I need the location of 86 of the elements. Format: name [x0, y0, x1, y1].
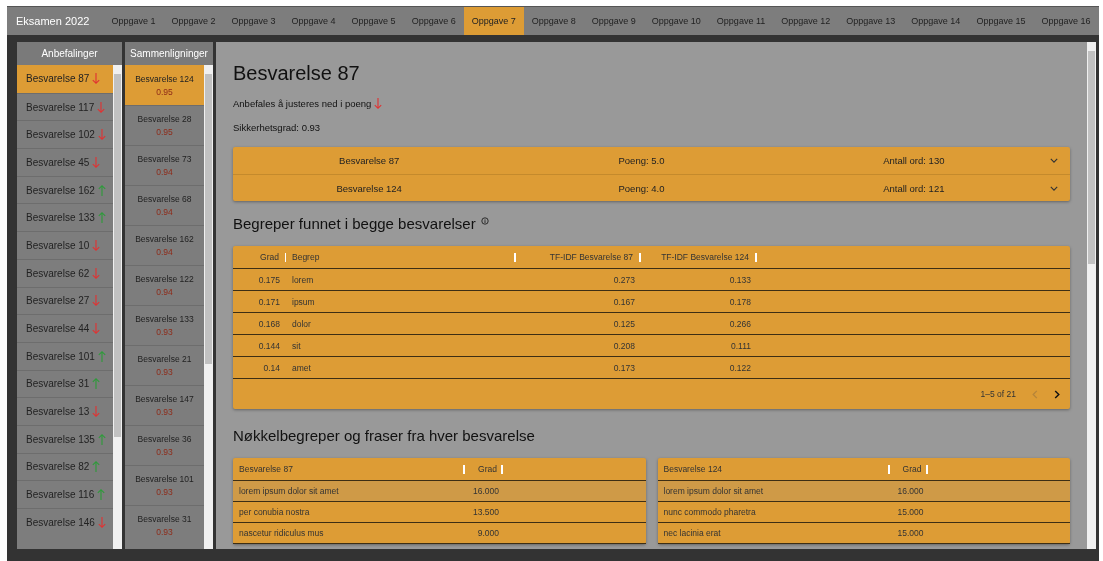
task-tab[interactable]: Oppgave 13 [838, 7, 904, 35]
recommendation-item[interactable]: Besvarelse 87 [17, 65, 113, 93]
answer-accordion[interactable]: Besvarelse 124 Poeng: 4.0 Antall ord: 121 [233, 174, 1070, 201]
table-row[interactable]: lorem ipsum dolor sit amet 16.000 [233, 481, 646, 502]
arrow-down-icon [97, 128, 106, 142]
arrow-up-icon [97, 211, 106, 225]
task-tab[interactable]: Oppgave 4 [283, 7, 344, 35]
task-tab[interactable]: Oppgave 11 [708, 7, 774, 35]
table-cell-text: amet [291, 362, 312, 373]
table-row[interactable]: nascetur ridiculus mus 9.000 [233, 523, 646, 544]
arrow-down-icon [92, 72, 101, 86]
arrow-down-icon [92, 405, 101, 419]
column-header[interactable]: TF-IDF Besvarelse 87 [516, 252, 641, 262]
task-tab[interactable]: Oppgave 8 [523, 7, 584, 35]
arrow-up-icon [97, 488, 106, 502]
table-cell-text: lorem [291, 274, 315, 285]
table-cell-text: dolor [291, 318, 312, 329]
scrollbar[interactable] [1087, 42, 1096, 549]
table-cell-text: 0.171 [257, 296, 281, 307]
arrow-down-icon [92, 294, 101, 308]
table-cell-text: 0.125 [612, 318, 636, 329]
task-tab[interactable]: Oppgave 6 [403, 7, 464, 35]
arrow-up-icon [92, 377, 101, 391]
table-cell-text: 0.133 [728, 274, 752, 285]
arrow-down-icon [97, 515, 106, 529]
task-tab[interactable]: Oppgave 9 [583, 7, 644, 35]
confidence-text: Sikkerhetsgrad: 0.93 [233, 122, 322, 133]
table-cell-text: 0.122 [728, 362, 752, 373]
chevron-down-icon [1050, 185, 1058, 191]
arrow-up-icon [92, 460, 101, 474]
pagination-range: 1–5 of 21 [980, 389, 1016, 399]
table-row[interactable]: lorem ipsum dolor sit amet 16.000 [657, 481, 1070, 502]
comparison-item[interactable]: Besvarelse 124 0.95 [125, 65, 204, 105]
table-cell-text: sit [291, 340, 302, 351]
arrow-down-icon [92, 238, 101, 252]
task-tab[interactable]: Oppgave 14 [903, 7, 969, 35]
task-tab[interactable]: Oppgave 12 [773, 7, 839, 35]
scrollbar[interactable] [113, 65, 122, 549]
task-tab[interactable]: Oppgave 1 [103, 7, 164, 35]
arrow-up-icon [97, 432, 106, 446]
app-title: Eksamen 2022 [15, 15, 91, 27]
column-header[interactable]: Besvarelse 124 [657, 464, 890, 474]
column-header[interactable]: Grad [465, 464, 503, 474]
arrow-down-icon [97, 100, 106, 114]
section-heading: Begreper funnet i begge besvarelser [233, 215, 476, 232]
column-header[interactable]: Grad [233, 252, 286, 262]
task-tab[interactable]: Oppgave 7 [463, 7, 524, 35]
section-heading: Nøkkelbegreper og fraser fra hver besvarelse [233, 427, 536, 444]
column-header[interactable]: Grad [889, 464, 928, 474]
table-cell-text: 0.167 [612, 296, 636, 307]
table-cell-text: 0.175 [257, 274, 281, 285]
column-header[interactable]: TF-IDF Besvarelse 124 [641, 252, 757, 262]
table-cell-text: 0.273 [612, 274, 636, 285]
task-tab[interactable]: Oppgave 5 [343, 7, 404, 35]
arrow-up-icon [97, 349, 106, 363]
scrollbar[interactable] [204, 65, 213, 549]
table-row[interactable]: per conubia nostra 13.500 [233, 502, 646, 523]
table-cell-text: 0.168 [257, 318, 281, 329]
table-cell-text: 0.266 [728, 318, 752, 329]
column-header[interactable]: Besvarelse 87 [233, 464, 465, 474]
arrow-down-icon [374, 97, 383, 110]
table-cell-text: 0.178 [728, 296, 752, 307]
next-page-icon[interactable] [1054, 389, 1060, 399]
table-row[interactable]: nec lacinia erat 15.000 [657, 523, 1070, 544]
recommendation-text: Anbefales å justeres ned i poeng [233, 98, 372, 109]
info-icon[interactable] [480, 217, 489, 225]
arrow-down-icon [92, 322, 101, 336]
answer-accordion[interactable]: Besvarelse 87 Poeng: 5.0 Antall ord: 130 [233, 147, 1070, 174]
arrow-down-icon [92, 266, 101, 280]
column-header[interactable]: Begrep [286, 252, 516, 262]
table-cell-text: 0.208 [612, 340, 636, 351]
table-row[interactable]: nunc commodo pharetra 15.000 [657, 502, 1070, 523]
table-cell-text: 0.111 [730, 340, 752, 351]
task-tab[interactable]: Oppgave 3 [223, 7, 284, 35]
table-cell-text: 0.173 [612, 362, 636, 373]
task-tab[interactable]: Oppgave 16 [1033, 7, 1099, 35]
answer-title: Besvarelse 87 [233, 62, 361, 85]
arrow-up-icon [97, 183, 106, 197]
arrow-down-icon [92, 155, 101, 169]
chevron-down-icon [1050, 158, 1058, 163]
task-tab[interactable]: Oppgave 15 [968, 7, 1034, 35]
table-cell-text: ipsum [291, 296, 316, 307]
table-cell-text: 0.144 [257, 340, 281, 351]
table-cell-text: 0.14 [262, 362, 281, 373]
task-tab[interactable]: Oppgave 10 [643, 7, 709, 35]
task-tab[interactable]: Oppgave 2 [163, 7, 224, 35]
